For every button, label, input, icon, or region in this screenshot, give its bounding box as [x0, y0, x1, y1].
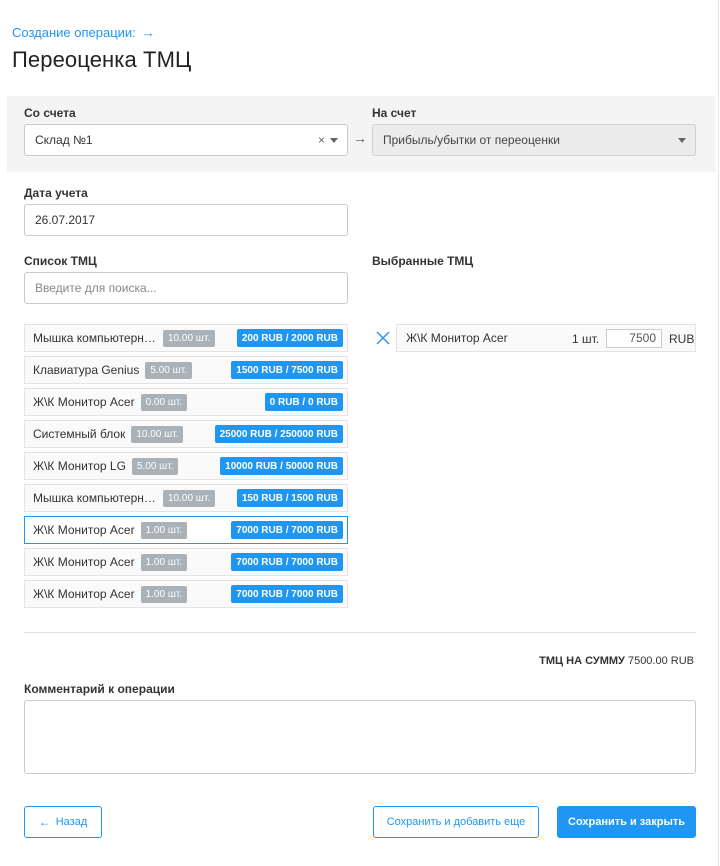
total-label: ТМЦ НА СУММУ [539, 655, 625, 667]
search-input[interactable] [35, 281, 347, 295]
date-field[interactable] [24, 204, 348, 236]
price-badge: 7000 RUB / 7000 RUB [231, 521, 343, 539]
qty-badge: 5.00 шт. [131, 457, 179, 475]
selected-label: Выбранные ТМЦ [372, 254, 474, 268]
from-account-value: Склад №1 [35, 133, 93, 147]
arrow-right-icon: → [141, 25, 155, 40]
qty-badge: 10.00 шт. [163, 329, 216, 347]
price-badge: 10000 RUB / 50000 RUB [220, 457, 343, 475]
divider [24, 632, 696, 633]
price-badge: 0 RUB / 0 RUB [264, 393, 343, 411]
total-sum: ТМЦ НА СУММУ 7500.00 RUB [539, 655, 694, 667]
qty-badge: 10.00 шт. [131, 425, 184, 443]
remove-icon[interactable] [376, 331, 390, 345]
breadcrumb-label: Создание операции: [12, 25, 136, 40]
item-name: Мышка компьютерна… [33, 491, 157, 505]
item-name: Ж\К Монитор Acer [33, 523, 135, 537]
list-item[interactable]: Системный блок 10.00 шт. 25000 RUB / 250… [24, 420, 348, 448]
qty-badge: 1.00 шт. [140, 553, 188, 571]
item-name: Клавиатура Genius [33, 363, 140, 377]
back-button-label: Назад [55, 816, 88, 828]
item-name: Ж\К Монитор LG [33, 459, 126, 473]
list-item[interactable]: Ж\К Монитор LG 5.00 шт. 10000 RUB / 5000… [24, 452, 348, 480]
to-account-select: Прибыль/убытки от переоценки [372, 124, 696, 156]
list-item[interactable]: Мышка компьютерна… 10.00 шт. 200 RUB / 2… [24, 324, 348, 352]
qty-badge: 1.00 шт. [140, 521, 188, 539]
arrow-right-icon: → [353, 130, 367, 146]
breadcrumb[interactable]: Создание операции: → [12, 25, 155, 40]
list-item[interactable]: Ж\К Монитор Acer 1.00 шт. 7000 RUB / 700… [24, 548, 348, 576]
qty-badge: 5.00 шт. [145, 361, 192, 379]
price-badge: 7000 RUB / 7000 RUB [231, 585, 343, 603]
page-title: Переоценка ТМЦ [12, 47, 192, 72]
selected-item-qty: 1 шт. [572, 332, 600, 346]
date-label: Дата учета [24, 186, 88, 200]
selected-item: Ж\К Монитор Acer 1 шт. 7500 RUB [396, 324, 696, 352]
item-name: Ж\К Монитор Acer [33, 587, 135, 601]
price-badge: 200 RUB / 2000 RUB [236, 329, 343, 347]
item-name: Ж\К Монитор Acer [33, 395, 135, 409]
qty-badge: 1.00 шт. [140, 585, 188, 603]
qty-badge: 10.00 шт. [163, 489, 216, 507]
comment-label: Комментарий к операции [24, 682, 175, 696]
from-account-label: Со счета [24, 106, 76, 120]
selected-item-amount-input[interactable]: 7500 [606, 329, 662, 348]
qty-badge: 0.00 шт. [140, 393, 188, 411]
list-item[interactable]: Клавиатура Genius 5.00 шт. 1500 RUB / 75… [24, 356, 348, 384]
price-badge: 150 RUB / 1500 RUB [236, 489, 343, 507]
list-label: Список ТМЦ [24, 254, 97, 268]
list-item[interactable]: Ж\К Монитор Acer 1.00 шт. 7000 RUB / 700… [24, 580, 348, 608]
item-name: Системный блок [33, 427, 126, 441]
list-item[interactable]: Мышка компьютерна… 10.00 шт. 150 RUB / 1… [24, 484, 348, 512]
list-item[interactable]: Ж\К Монитор Acer 1.00 шт. 7000 RUB / 700… [24, 516, 348, 544]
comment-textarea[interactable] [24, 700, 696, 774]
arrow-left-icon: ← [38, 815, 51, 829]
operation-form: Создание операции: → Переоценка ТМЦ Со с… [0, 0, 719, 866]
price-badge: 1500 RUB / 7500 RUB [231, 361, 343, 379]
selected-item-currency: RUB [669, 332, 695, 346]
save-close-button[interactable]: Сохранить и закрыть [557, 806, 696, 838]
price-badge: 7000 RUB / 7000 RUB [231, 553, 343, 571]
item-name: Ж\К Монитор Acer [33, 555, 135, 569]
clear-icon[interactable]: × [318, 133, 325, 147]
chevron-down-icon [678, 138, 686, 143]
chevron-down-icon[interactable] [330, 138, 338, 143]
item-name: Мышка компьютерна… [33, 331, 157, 345]
date-input[interactable] [35, 213, 347, 227]
to-account-value: Прибыль/убытки от переоценки [383, 133, 560, 147]
total-value: 7500.00 RUB [627, 655, 694, 667]
back-button[interactable]: ← Назад [24, 806, 102, 838]
selected-item-name: Ж\К Монитор Acer [406, 331, 508, 345]
from-account-select[interactable]: Склад №1 × [24, 124, 348, 156]
search-field[interactable] [24, 272, 348, 304]
save-add-button[interactable]: Сохранить и добавить еще [373, 806, 539, 838]
to-account-label: На счет [372, 106, 417, 120]
list-item[interactable]: Ж\К Монитор Acer 0.00 шт. 0 RUB / 0 RUB [24, 388, 348, 416]
price-badge: 25000 RUB / 250000 RUB [214, 425, 343, 443]
